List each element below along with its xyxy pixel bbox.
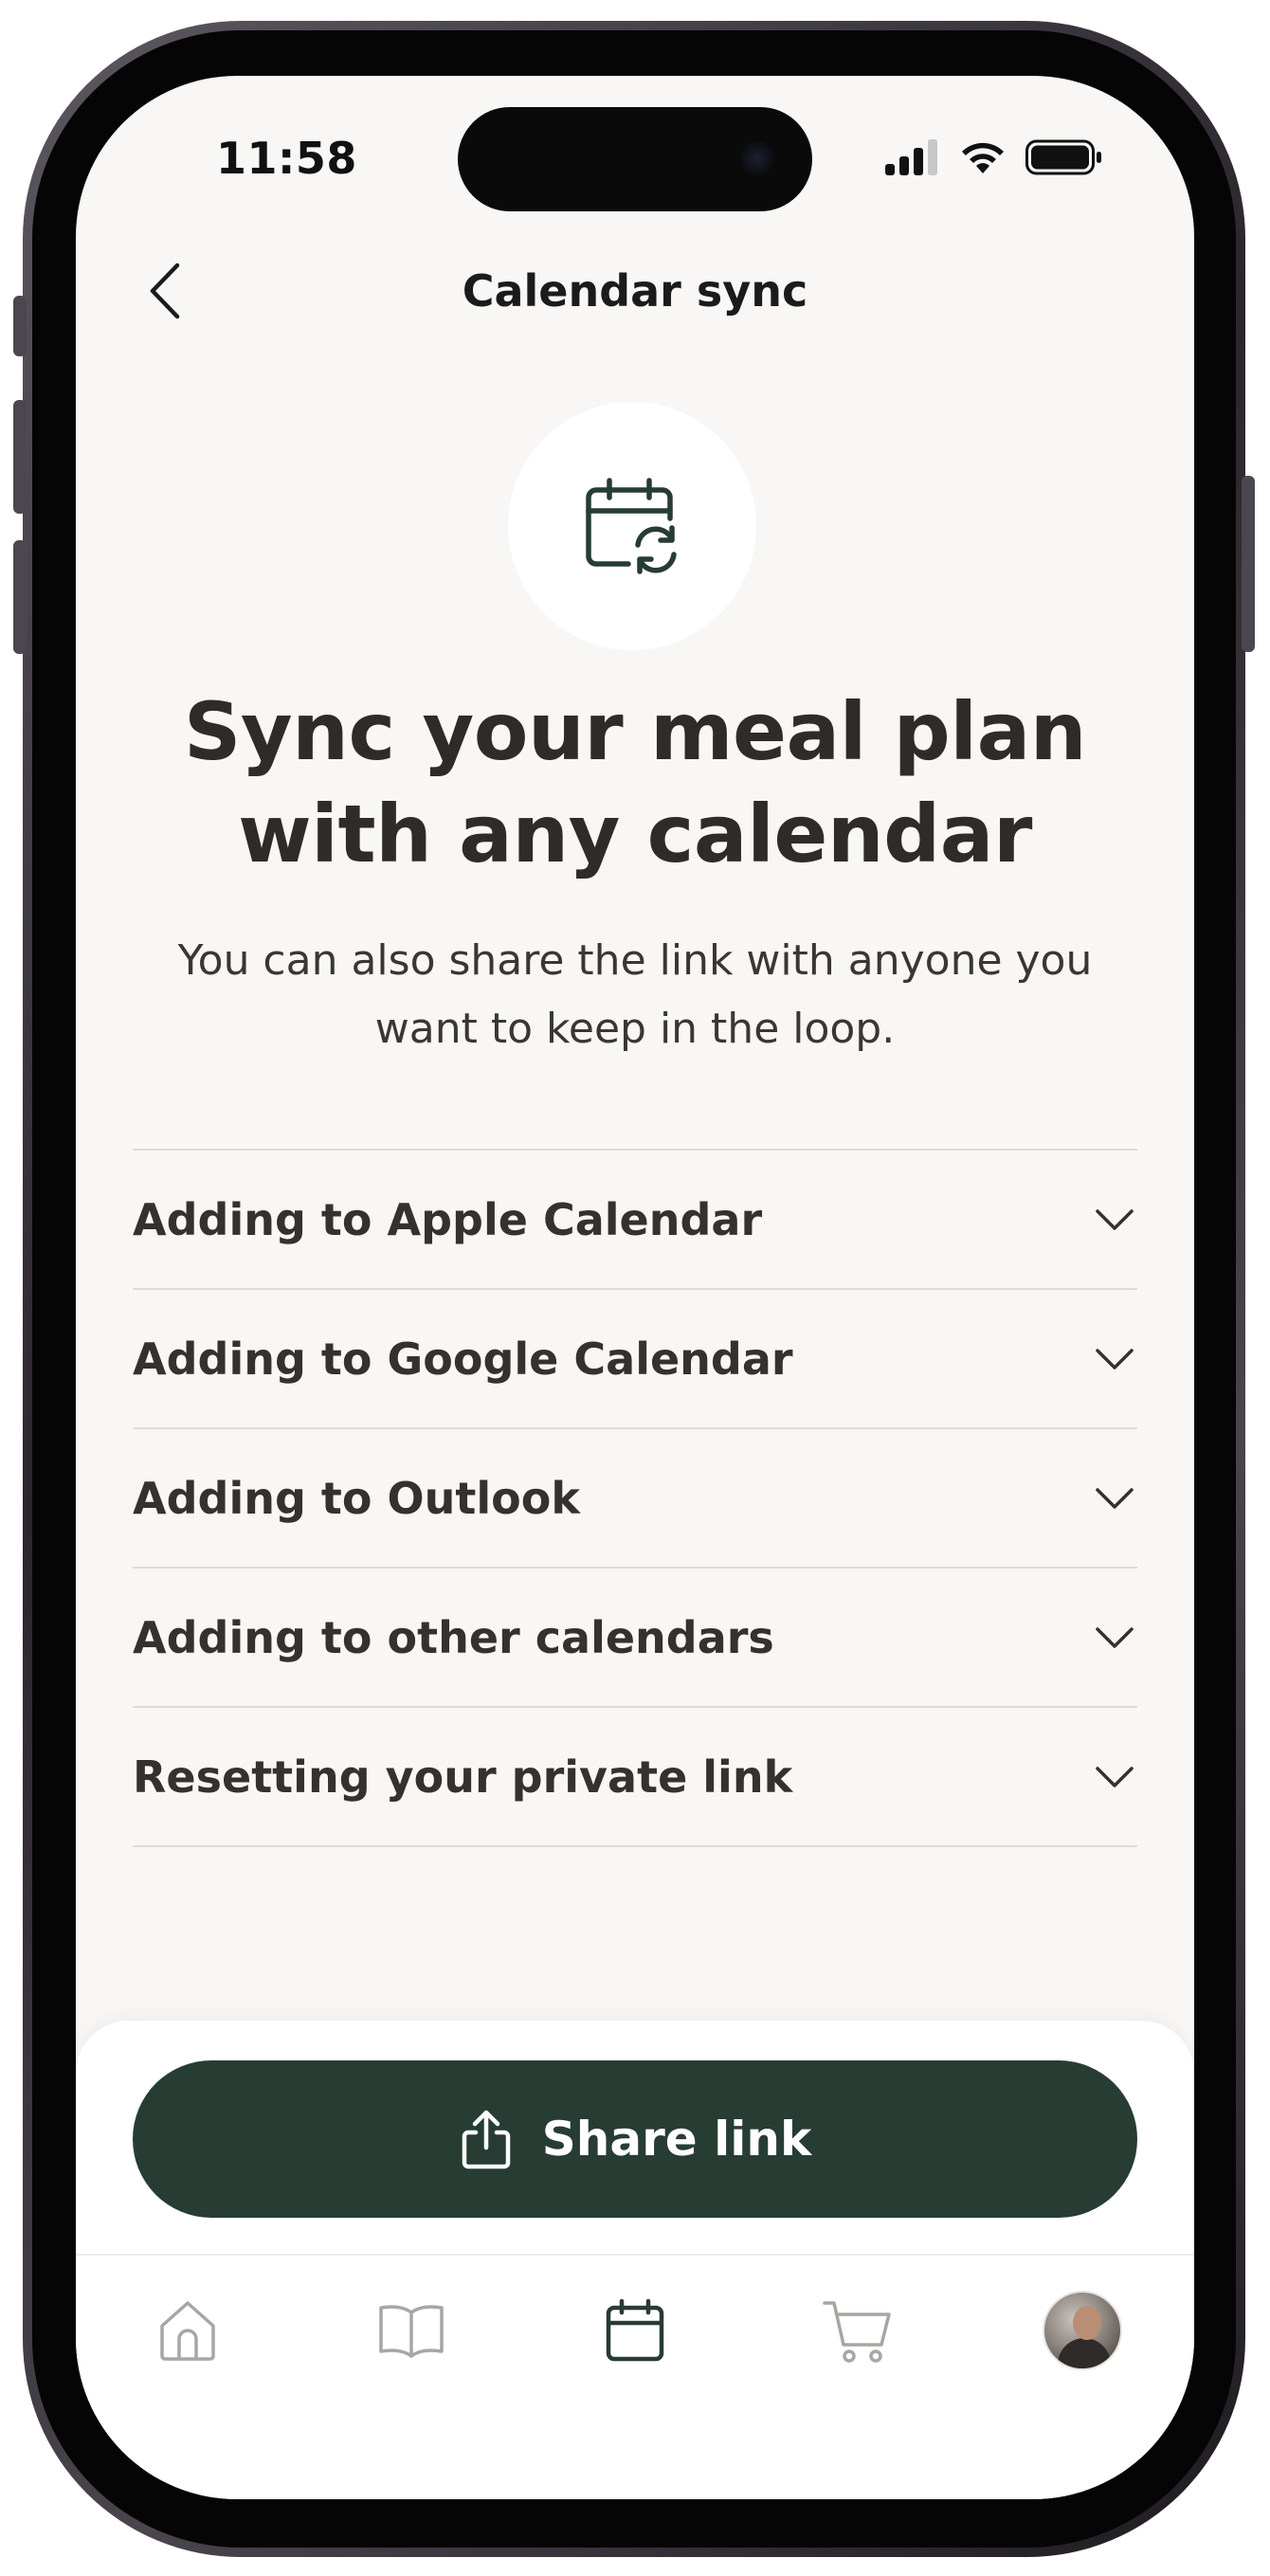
wifi-icon — [959, 139, 1007, 179]
dynamic-island — [458, 107, 812, 211]
hero-icon-badge — [508, 402, 756, 650]
accordion-item-label: Adding to other calendars — [133, 1611, 774, 1663]
accordion-item-other[interactable]: Adding to other calendars — [133, 1569, 1137, 1708]
tab-bar — [76, 2256, 1194, 2407]
accordion-item-label: Resetting your private link — [133, 1751, 793, 1803]
chevron-down-icon — [1092, 1615, 1137, 1660]
tab-recipes[interactable] — [354, 2288, 468, 2373]
subtext: You can also share the link with anyone … — [177, 936, 1093, 1053]
home-icon — [160, 2301, 215, 2361]
accordion-item-label: Adding to Outlook — [133, 1472, 580, 1524]
accordion-item-label: Adding to Google Calendar — [133, 1333, 793, 1385]
avatar-body — [1058, 2338, 1111, 2368]
volume-down-button — [13, 540, 27, 654]
book-icon — [379, 2305, 444, 2358]
tab-plan[interactable] — [578, 2288, 692, 2373]
app-screen: 11:58 Calendar sync Sync your meal plan … — [76, 76, 1194, 2499]
accordion-item-google[interactable]: Adding to Google Calendar — [133, 1290, 1137, 1429]
page-title: Calendar sync — [462, 265, 808, 317]
action-button — [13, 296, 27, 356]
cart-icon — [823, 2301, 891, 2363]
tab-profile[interactable] — [1025, 2288, 1139, 2373]
status-icons — [885, 138, 1103, 180]
cellular-signal-icon — [885, 139, 940, 179]
battery-icon — [1025, 138, 1103, 180]
calendar-icon — [606, 2298, 664, 2362]
headline: Sync your meal plan with any calendar — [183, 685, 1087, 880]
share-link-label: Share link — [541, 2112, 812, 2167]
tab-groceries[interactable] — [802, 2288, 916, 2373]
tab-home[interactable] — [131, 2288, 245, 2373]
chevron-down-icon — [1092, 1476, 1137, 1521]
volume-up-button — [13, 400, 27, 514]
calendar-sync-icon — [586, 478, 677, 574]
chevron-down-icon — [1092, 1754, 1137, 1800]
accordion-item-apple[interactable]: Adding to Apple Calendar — [133, 1151, 1137, 1290]
accordion-item-outlook[interactable]: Adding to Outlook — [133, 1429, 1137, 1569]
share-link-button[interactable]: Share link — [133, 2060, 1137, 2218]
chevron-down-icon — [1092, 1197, 1137, 1243]
share-icon — [462, 2110, 511, 2169]
avatar — [1043, 2291, 1122, 2370]
home-indicator — [464, 2467, 806, 2478]
accordion-item-reset-link[interactable]: Resetting your private link — [133, 1708, 1137, 1847]
status-time: 11:58 — [216, 133, 357, 184]
help-accordion: Adding to Apple Calendar Adding to Googl… — [133, 1149, 1137, 1847]
camera-icon — [740, 141, 774, 175]
chevron-down-icon — [1092, 1336, 1137, 1382]
accordion-item-label: Adding to Apple Calendar — [133, 1193, 763, 1245]
avatar-face — [1073, 2306, 1101, 2340]
power-button — [1242, 476, 1255, 652]
